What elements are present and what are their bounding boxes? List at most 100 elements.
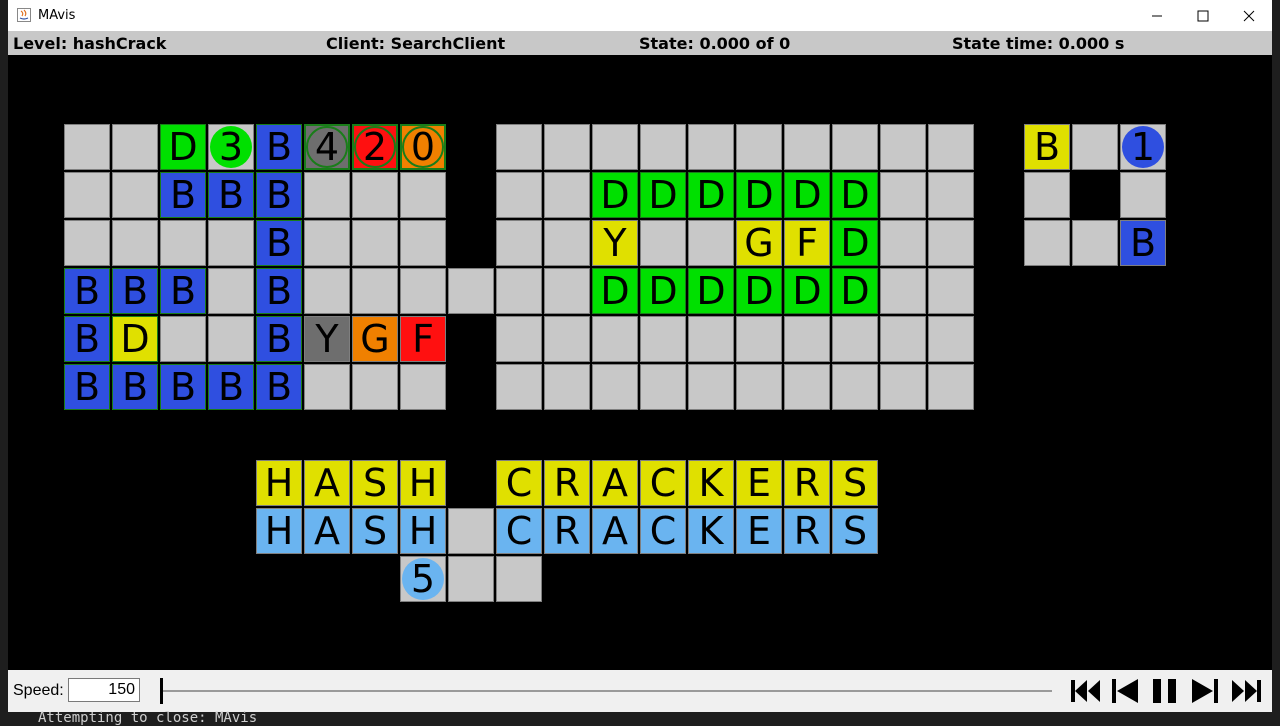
window-titlebar: MAvis: [8, 0, 1272, 32]
floor-cell: [1120, 172, 1166, 218]
state-slider-thumb[interactable]: [160, 678, 163, 704]
box-d: D: [689, 269, 733, 313]
box-b: B: [161, 365, 205, 409]
minimize-icon: [1152, 15, 1162, 16]
box-d: D: [737, 173, 781, 217]
box-s: S: [833, 509, 877, 553]
floor-cell: [304, 172, 350, 218]
pause-icon[interactable]: [1150, 677, 1180, 705]
object-cell: Y: [304, 316, 350, 362]
step-forward-icon[interactable]: [1190, 677, 1220, 705]
skip-to-start-icon[interactable]: [1070, 677, 1102, 705]
floor-cell: [112, 220, 158, 266]
floor-cell: [64, 220, 110, 266]
goal-cell: B: [64, 364, 110, 410]
box-f: F: [401, 317, 445, 361]
floor-cell: [928, 268, 974, 314]
box-d: D: [833, 221, 877, 265]
object-cell: K: [688, 460, 734, 506]
goal-cell: D: [640, 172, 686, 218]
object-cell: S: [832, 508, 878, 554]
box-s: S: [833, 461, 877, 505]
box-b: B: [65, 269, 109, 313]
java-app-icon: [17, 8, 31, 22]
skip-to-end-icon[interactable]: [1230, 677, 1262, 705]
box-c: C: [641, 509, 685, 553]
floor-cell: [688, 316, 734, 362]
floor-cell: [640, 364, 686, 410]
object-cell: S: [352, 460, 398, 506]
box-d: D: [785, 269, 829, 313]
box-d: D: [785, 173, 829, 217]
box-k: K: [689, 509, 733, 553]
floor-cell: [352, 172, 398, 218]
floor-cell: [592, 364, 638, 410]
goal-cell: B: [160, 364, 206, 410]
floor-cell: [736, 316, 782, 362]
floor-cell: [784, 364, 830, 410]
floor-cell: [208, 220, 254, 266]
client-name: Client: SearchClient: [326, 34, 506, 53]
floor-cell: [736, 124, 782, 170]
object-cell: S: [832, 460, 878, 506]
floor-cell: [592, 316, 638, 362]
box-b: B: [113, 365, 157, 409]
box-y: Y: [305, 317, 349, 361]
floor-cell: [784, 124, 830, 170]
box-b: B: [65, 317, 109, 361]
floor-cell: [928, 124, 974, 170]
speed-label: Speed:: [13, 682, 64, 699]
floor-cell: [880, 268, 926, 314]
box-c: C: [641, 461, 685, 505]
box-a: A: [305, 461, 349, 505]
goal-cell: B: [208, 364, 254, 410]
goal-cell: B: [64, 268, 110, 314]
goal-cell: B: [208, 172, 254, 218]
box-d: D: [833, 173, 877, 217]
agent-3: 3: [210, 125, 252, 169]
box-f: F: [785, 221, 829, 265]
floor-cell: [64, 124, 110, 170]
level-name: Level: hashCrack: [13, 34, 167, 53]
box-k: K: [689, 461, 733, 505]
goal-cell: 2: [352, 124, 398, 170]
floor-cell: [496, 268, 542, 314]
floor-cell: [496, 364, 542, 410]
goal-cell: B: [112, 268, 158, 314]
floor-cell: [928, 364, 974, 410]
floor-cell: [544, 172, 590, 218]
box-e: E: [737, 461, 781, 505]
box-a: A: [305, 509, 349, 553]
close-button[interactable]: [1226, 0, 1272, 31]
object-cell: C: [496, 508, 542, 554]
box-d: D: [833, 269, 877, 313]
box-s: S: [353, 461, 397, 505]
box-b: B: [257, 221, 301, 265]
level-canvas: D3B420BBBBBBBBBDBYGFBBBBBDDDDDDYGFDDDDDD…: [8, 55, 1272, 670]
floor-cell: [352, 268, 398, 314]
floor-cell: [736, 364, 782, 410]
state-slider[interactable]: [160, 690, 1052, 692]
object-cell: 5: [400, 556, 446, 602]
box-d: D: [641, 173, 685, 217]
maximize-button[interactable]: [1180, 0, 1226, 31]
object-cell: A: [592, 460, 638, 506]
object-cell: A: [592, 508, 638, 554]
floor-cell: [640, 124, 686, 170]
box-y: Y: [593, 221, 637, 265]
floor-cell: [496, 172, 542, 218]
floor-cell: [496, 316, 542, 362]
goal-cell: D: [736, 172, 782, 218]
goal-cell: D: [592, 268, 638, 314]
speed-input[interactable]: [68, 678, 140, 702]
box-b: B: [209, 365, 253, 409]
step-back-icon[interactable]: [1110, 677, 1140, 705]
goal-cell: D: [832, 268, 878, 314]
object-cell: 1: [1120, 124, 1166, 170]
minimize-button[interactable]: [1134, 0, 1180, 31]
object-cell: S: [352, 508, 398, 554]
object-cell: R: [784, 460, 830, 506]
goal-cell: B: [256, 124, 302, 170]
floor-cell: [880, 316, 926, 362]
status-bar: Level: hashCrack Client: SearchClient St…: [8, 31, 1272, 55]
